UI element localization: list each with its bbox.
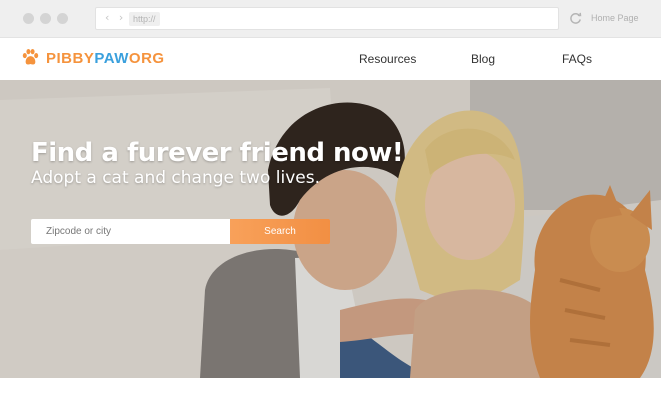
hero-section: Find a furever friend now! Adopt a cat a… — [0, 80, 661, 378]
search-button[interactable]: Search — [230, 219, 330, 244]
address-bar[interactable]: ‹ › http:// — [95, 7, 559, 30]
page-bottom — [0, 378, 661, 412]
logo-part-paw: PAW — [94, 50, 129, 67]
logo-part-pibby: PIBBY — [46, 50, 95, 67]
site-header: PIBBYPAWORG Resources Blog FAQs — [0, 38, 661, 80]
paw-icon — [22, 48, 39, 65]
nav-faqs-link[interactable]: FAQs — [562, 52, 592, 66]
reload-icon[interactable] — [568, 11, 583, 26]
window-minimize-dot[interactable] — [40, 13, 51, 24]
back-forward-icon[interactable]: ‹ › — [105, 11, 126, 24]
site-logo[interactable]: PIBBYPAWORG — [46, 50, 165, 67]
url-text[interactable]: http:// — [129, 12, 160, 26]
logo-part-org: ORG — [128, 50, 165, 67]
hero-headline: Find a furever friend now! — [31, 138, 404, 168]
browser-chrome: ‹ › http:// Home Page — [0, 0, 661, 38]
nav-blog-link[interactable]: Blog — [471, 52, 495, 66]
hero-subheadline: Adopt a cat and change two lives. — [31, 168, 320, 188]
window-close-dot[interactable] — [23, 13, 34, 24]
nav-resources-link[interactable]: Resources — [359, 52, 416, 66]
window-maximize-dot[interactable] — [57, 13, 68, 24]
home-page-link[interactable]: Home Page — [591, 13, 639, 23]
zipcode-search-input[interactable] — [31, 219, 230, 244]
